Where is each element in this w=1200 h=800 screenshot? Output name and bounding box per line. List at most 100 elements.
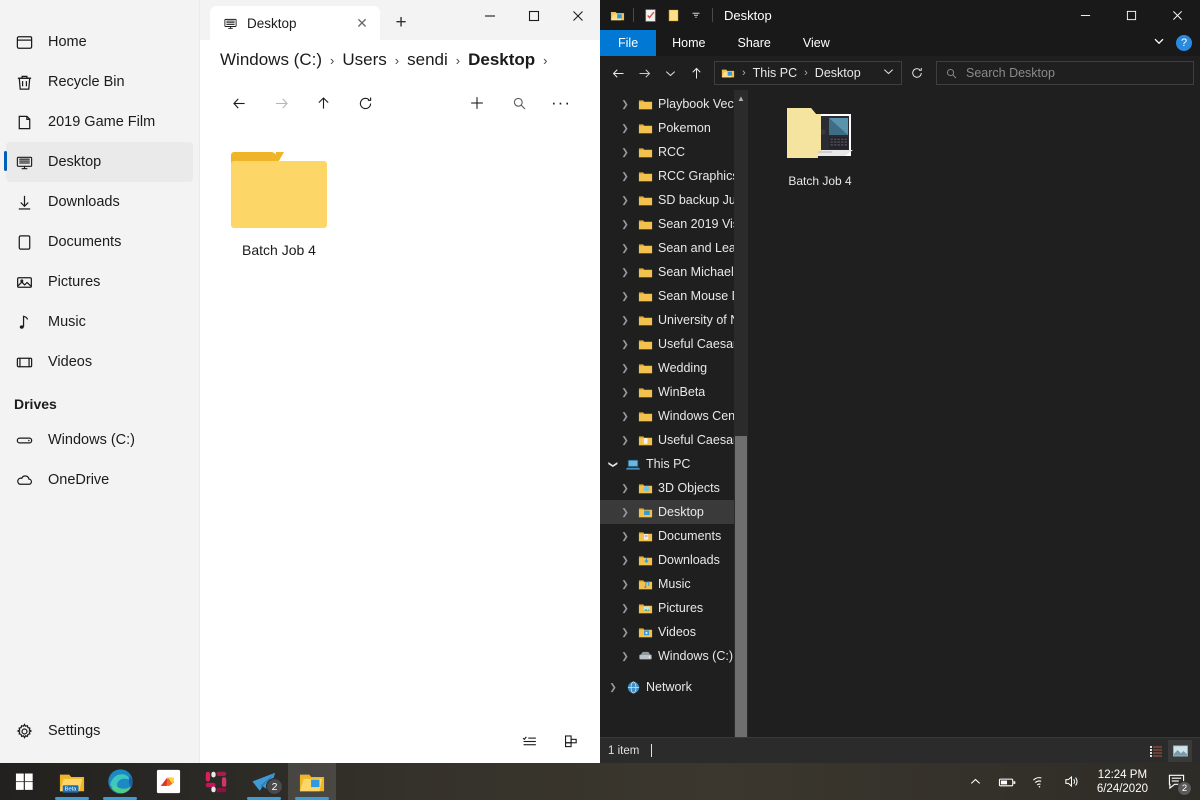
more-options-button[interactable]: ···	[540, 86, 582, 120]
address-crumb-this-pc[interactable]: This PC	[753, 66, 797, 80]
taskbar-app-file-explorer-beta[interactable]: Beta	[48, 763, 96, 800]
tree-item-desktop[interactable]: ❯Desktop	[600, 500, 748, 524]
chevron-right-icon[interactable]: ❯	[618, 579, 632, 590]
chevron-right-icon[interactable]: ❯	[618, 387, 632, 398]
forward-button[interactable]	[260, 86, 302, 120]
tree-item-useful-caesars[interactable]: ❯Useful Caesars	[600, 428, 748, 452]
chevron-right-icon[interactable]: ❯	[618, 483, 632, 494]
tree-item-sean-michael-enc[interactable]: ❯Sean Michael Enc	[600, 260, 748, 284]
taskbar-app-telegram[interactable]: 2	[240, 763, 288, 800]
file-item[interactable]: Batch Job 4	[770, 102, 870, 188]
chevron-right-icon[interactable]: ❯	[618, 195, 632, 206]
explorer-folder-icon[interactable]	[607, 5, 627, 25]
tree-item-sd-backup-july-1[interactable]: ❯SD backup July 1	[600, 188, 748, 212]
scroll-track[interactable]	[734, 106, 748, 721]
chevron-right-icon[interactable]: ❯	[618, 411, 632, 422]
breadcrumb-item[interactable]: sendi	[407, 50, 448, 70]
chevron-down-icon[interactable]	[882, 65, 895, 81]
sidebar-item-music[interactable]: Music	[0, 302, 199, 342]
back-button[interactable]	[606, 60, 630, 86]
battery-icon[interactable]	[993, 763, 1023, 800]
file-item[interactable]: Batch Job 4	[224, 152, 334, 258]
sidebar-item-recycle-bin[interactable]: Recycle Bin	[0, 62, 199, 102]
tree-item-winbeta[interactable]: ❯WinBeta	[600, 380, 748, 404]
tab-share[interactable]: Share	[722, 30, 787, 56]
tree-item-windows-central[interactable]: ❯Windows Central	[600, 404, 748, 428]
tree-item-documents[interactable]: ❯Documents	[600, 524, 748, 548]
tab-home[interactable]: Home	[656, 30, 721, 56]
sidebar-item-windows-c[interactable]: Windows (C:)	[0, 420, 199, 460]
search-input[interactable]: Search Desktop	[936, 61, 1194, 85]
chevron-right-icon[interactable]: ❯	[618, 603, 632, 614]
forward-button[interactable]	[632, 60, 656, 86]
taskbar-app-file-explorer[interactable]	[288, 763, 336, 800]
close-button[interactable]	[556, 0, 600, 32]
tree-scrollbar[interactable]: ▲ ▼	[734, 90, 748, 737]
tree-item-wedding[interactable]: ❯Wedding	[600, 356, 748, 380]
taskbar-app-pdf-app[interactable]	[144, 763, 192, 800]
help-button[interactable]: ?	[1176, 35, 1192, 51]
tree-item-useful-caesars[interactable]: ❯Useful Caesars	[600, 332, 748, 356]
minimize-button[interactable]	[468, 0, 512, 32]
maximize-button[interactable]	[512, 0, 556, 32]
maximize-button[interactable]	[1108, 0, 1154, 30]
sidebar-item-settings[interactable]: Settings	[0, 711, 199, 751]
chevron-right-icon[interactable]: ❯	[618, 627, 632, 638]
taskbar-app-slack[interactable]	[192, 763, 240, 800]
large-icons-view-icon[interactable]	[1168, 740, 1192, 762]
tree-item-rcc[interactable]: ❯RCC	[600, 140, 748, 164]
chevron-right-icon[interactable]: ❯	[618, 363, 632, 374]
back-button[interactable]	[218, 86, 260, 120]
minimize-button[interactable]	[1062, 0, 1108, 30]
sidebar-item-onedrive[interactable]: OneDrive	[0, 460, 199, 500]
chevron-right-icon[interactable]: ❯	[618, 123, 632, 134]
tab-view[interactable]: View	[787, 30, 846, 56]
clock[interactable]: 12:24 PM 6/24/2020	[1089, 763, 1156, 800]
tree-item-music[interactable]: ❯Music	[600, 572, 748, 596]
address-bar[interactable]: › This PC › Desktop	[714, 61, 902, 85]
chevron-down-icon[interactable]	[686, 5, 706, 25]
chevron-right-icon[interactable]: ❯	[618, 531, 632, 542]
sidebar-item-downloads[interactable]: Downloads	[0, 182, 199, 222]
chevron-right-icon[interactable]: ❯	[618, 507, 632, 518]
breadcrumb-item[interactable]: Windows (C:)	[220, 50, 322, 70]
tree-item-sean-and-leah-s[interactable]: ❯Sean and Leah's	[600, 236, 748, 260]
tab-desktop[interactable]: Desktop ✕	[210, 6, 380, 40]
sidebar-item-documents[interactable]: Documents	[0, 222, 199, 262]
chevron-right-icon[interactable]: ❯	[618, 435, 632, 446]
chevron-right-icon[interactable]: ❯	[618, 219, 632, 230]
tree-item-windows-c[interactable]: ❯Windows (C:)	[600, 644, 748, 668]
tree-item-downloads[interactable]: ❯Downloads	[600, 548, 748, 572]
tree-item-rcc-graphics[interactable]: ❯RCC Graphics	[600, 164, 748, 188]
details-view-icon[interactable]	[1144, 740, 1168, 762]
tree-item-playbook-vectors[interactable]: ❯Playbook Vectors	[600, 92, 748, 116]
tree-item-pokemon[interactable]: ❯Pokemon	[600, 116, 748, 140]
tab-file[interactable]: File	[600, 30, 656, 56]
chevron-right-icon[interactable]: ❯	[618, 291, 632, 302]
tree-item-university-of-not[interactable]: ❯University of Not	[600, 308, 748, 332]
close-icon[interactable]: ✕	[352, 15, 372, 32]
tree-item-pictures[interactable]: ❯Pictures	[600, 596, 748, 620]
chevron-right-icon[interactable]: ❯	[618, 99, 632, 110]
up-button[interactable]	[684, 60, 708, 86]
chevron-right-icon[interactable]: ❯	[618, 555, 632, 566]
up-button[interactable]	[302, 86, 344, 120]
breadcrumb-item[interactable]: Users	[342, 50, 386, 70]
wifi-icon[interactable]	[1025, 763, 1055, 800]
address-crumb-desktop[interactable]: Desktop	[815, 66, 861, 80]
sidebar-item-videos[interactable]: Videos	[0, 342, 199, 382]
chevron-right-icon[interactable]: ❯	[618, 243, 632, 254]
tree-item-network[interactable]: ❯Network	[600, 675, 748, 699]
speaker-icon[interactable]	[1057, 763, 1087, 800]
refresh-button[interactable]	[344, 86, 386, 120]
chevron-right-icon[interactable]: ❯	[618, 339, 632, 350]
chevron-up-icon[interactable]	[961, 763, 991, 800]
new-tab-button[interactable]: +	[386, 8, 416, 38]
chevron-right-icon[interactable]: ❯	[606, 682, 620, 693]
search-icon[interactable]	[498, 86, 540, 120]
action-center-button[interactable]: 2	[1158, 763, 1194, 800]
tree-item-sean-2019-visa[interactable]: ❯Sean 2019 Visa	[600, 212, 748, 236]
tree-item-3d-objects[interactable]: ❯3D Objects	[600, 476, 748, 500]
chevron-right-icon[interactable]: ❯	[618, 267, 632, 278]
recent-locations-icon[interactable]	[658, 60, 682, 86]
